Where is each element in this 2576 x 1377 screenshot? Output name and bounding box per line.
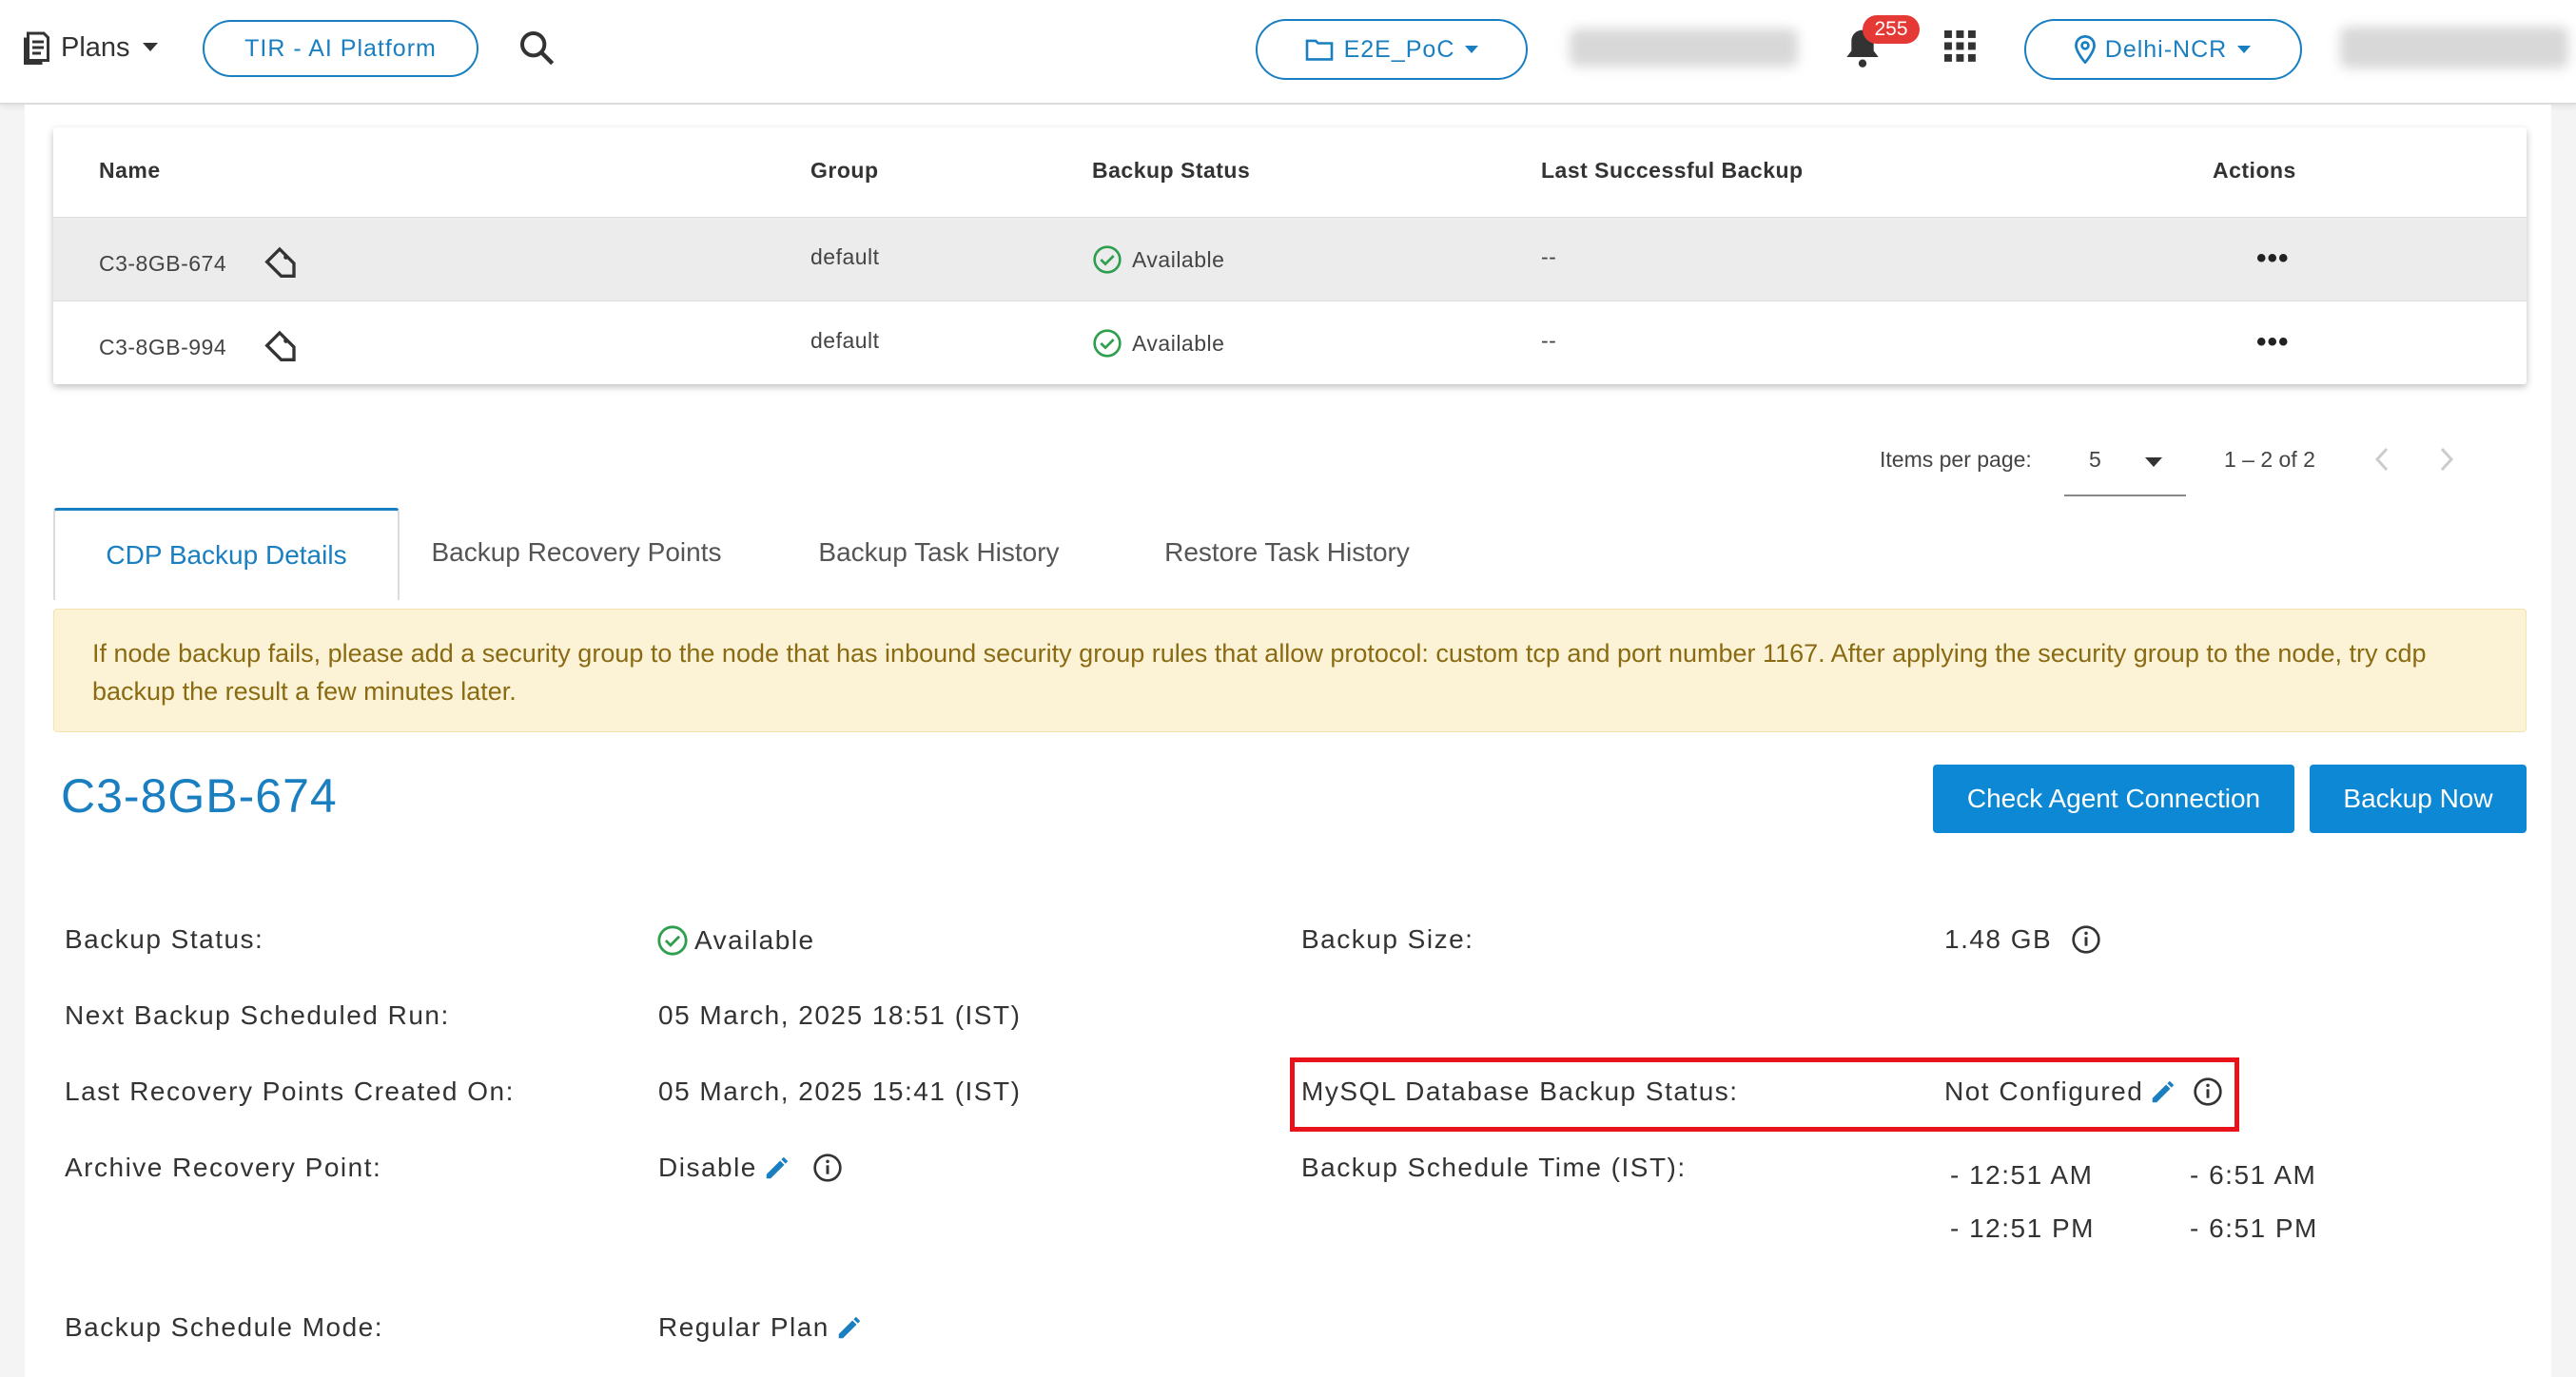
archive-recovery-point-text: Disable <box>658 1153 757 1182</box>
archive-recovery-point-label: Archive Recovery Point: <box>65 1153 382 1182</box>
backup-size-text: 1.48 GB <box>1944 924 2053 954</box>
archive-recovery-point-value: Disable <box>658 1153 843 1183</box>
row-group: default <box>810 244 880 269</box>
schedule-time-item: - 6:51 AM <box>2190 1160 2317 1190</box>
schedule-time-item: - 12:51 PM <box>1950 1213 2095 1243</box>
check-agent-connection-button[interactable]: Check Agent Connection <box>1933 765 2294 833</box>
warning-banner: If node backup fails, please add a secur… <box>53 609 2527 732</box>
check-circle-icon <box>1092 328 1122 359</box>
tag-icon[interactable] <box>261 244 299 282</box>
project-selector[interactable]: E2E_PoC <box>1256 19 1528 80</box>
backup-schedule-mode-text: Regular Plan <box>658 1312 829 1342</box>
pagination-range: 1 – 2 of 2 <box>2224 447 2315 472</box>
backup-schedule-mode-label: Backup Schedule Mode: <box>65 1312 384 1342</box>
last-recovery-point-label: Last Recovery Points Created On: <box>65 1076 515 1106</box>
column-header-last-backup[interactable]: Last Successful Backup <box>1541 158 1804 184</box>
row-group: default <box>810 328 880 353</box>
table-row[interactable]: C3-8GB-994 default Available -- ••• <box>53 301 2527 385</box>
schedule-time-item: - 12:51 AM <box>1950 1160 2094 1190</box>
backup-status-label: Backup Status: <box>65 924 264 954</box>
info-icon[interactable] <box>2071 924 2101 955</box>
apps-grid-icon[interactable] <box>1944 30 1977 63</box>
plans-menu[interactable]: Plans <box>21 29 165 67</box>
user-info-blurred <box>1570 29 1798 67</box>
backup-schedule-mode-value: Regular Plan <box>658 1312 864 1343</box>
row-last-backup: -- <box>1541 244 1557 269</box>
mysql-backup-status-text: Not Configured <box>1944 1076 2144 1106</box>
backup-size-value: 1.48 GB <box>1944 924 2101 955</box>
tab-backup-recovery-points[interactable]: Backup Recovery Points <box>415 508 738 597</box>
row-name: C3-8GB-994 <box>99 334 227 359</box>
info-icon[interactable] <box>812 1153 843 1183</box>
row-status: Available <box>1132 330 1225 356</box>
plans-label: Plans <box>61 31 130 63</box>
last-recovery-point-value: 05 March, 2025 15:41 (IST) <box>658 1076 1022 1106</box>
platform-button[interactable]: TIR - AI Platform <box>203 20 478 77</box>
backup-schedule-time-label: Backup Schedule Time (IST): <box>1301 1153 1687 1182</box>
top-bar: Plans TIR - AI Platform E2E_PoC 255 Delh… <box>0 0 2576 105</box>
notification-badge: 255 <box>1863 15 1920 44</box>
next-backup-run-label: Next Backup Scheduled Run: <box>65 1000 450 1030</box>
chevron-down-icon <box>1464 45 1479 54</box>
chevron-right-icon[interactable] <box>2439 447 2454 472</box>
search-icon[interactable] <box>517 29 556 67</box>
column-header-status[interactable]: Backup Status <box>1092 158 1250 184</box>
items-per-page-value: 5 <box>2089 447 2101 472</box>
tab-backup-task-history[interactable]: Backup Task History <box>791 508 1086 597</box>
folder-icon <box>1304 37 1335 62</box>
row-status: Available <box>1132 246 1225 272</box>
info-icon[interactable] <box>2193 1076 2223 1107</box>
more-actions-icon[interactable]: ••• <box>2256 242 2290 275</box>
chevron-down-icon <box>2144 456 2163 468</box>
column-header-group[interactable]: Group <box>810 158 879 184</box>
chevron-down-icon <box>142 42 165 53</box>
tag-icon[interactable] <box>261 328 299 366</box>
backup-size-label: Backup Size: <box>1301 924 1474 954</box>
column-header-actions: Actions <box>2213 158 2296 183</box>
chevron-left-icon[interactable] <box>2374 447 2390 472</box>
items-per-page-label: Items per page: <box>1880 447 2032 472</box>
account-menu-blurred[interactable] <box>2340 27 2568 68</box>
next-backup-run-value: 05 March, 2025 18:51 (IST) <box>658 1000 1022 1030</box>
row-last-backup: -- <box>1541 328 1557 353</box>
more-actions-icon[interactable]: ••• <box>2256 326 2290 359</box>
backup-table: Name Group Backup Status Last Successful… <box>53 127 2527 384</box>
location-pin-icon <box>2074 35 2096 64</box>
backup-status-value: Available <box>656 924 815 957</box>
edit-pencil-icon[interactable] <box>763 1154 791 1182</box>
tab-restore-task-history[interactable]: Restore Task History <box>1140 508 1434 597</box>
chevron-down-icon <box>2236 45 2252 54</box>
node-title: C3-8GB-674 <box>61 769 338 823</box>
check-circle-icon <box>1092 244 1122 275</box>
backup-status-text: Available <box>694 925 815 955</box>
tab-cdp-backup-details[interactable]: CDP Backup Details <box>53 508 400 600</box>
mysql-backup-status-label: MySQL Database Backup Status: <box>1301 1076 1739 1106</box>
mysql-backup-status-value: Not Configured <box>1944 1076 2223 1107</box>
edit-pencil-icon[interactable] <box>2149 1077 2177 1106</box>
items-per-page-select[interactable]: 5 <box>2064 436 2186 496</box>
table-row[interactable]: C3-8GB-674 default Available -- ••• <box>53 217 2527 301</box>
region-label: Delhi-NCR <box>2104 35 2228 63</box>
region-selector[interactable]: Delhi-NCR <box>2024 19 2302 80</box>
row-name: C3-8GB-674 <box>99 250 227 276</box>
column-header-name[interactable]: Name <box>99 158 161 184</box>
plans-icon <box>21 29 61 67</box>
project-label: E2E_PoC <box>1343 35 1455 63</box>
edit-pencil-icon[interactable] <box>835 1313 864 1342</box>
schedule-time-item: - 6:51 PM <box>2190 1213 2318 1243</box>
platform-label: TIR - AI Platform <box>244 34 437 62</box>
check-circle-icon <box>656 924 689 957</box>
backup-now-button[interactable]: Backup Now <box>2310 765 2527 833</box>
